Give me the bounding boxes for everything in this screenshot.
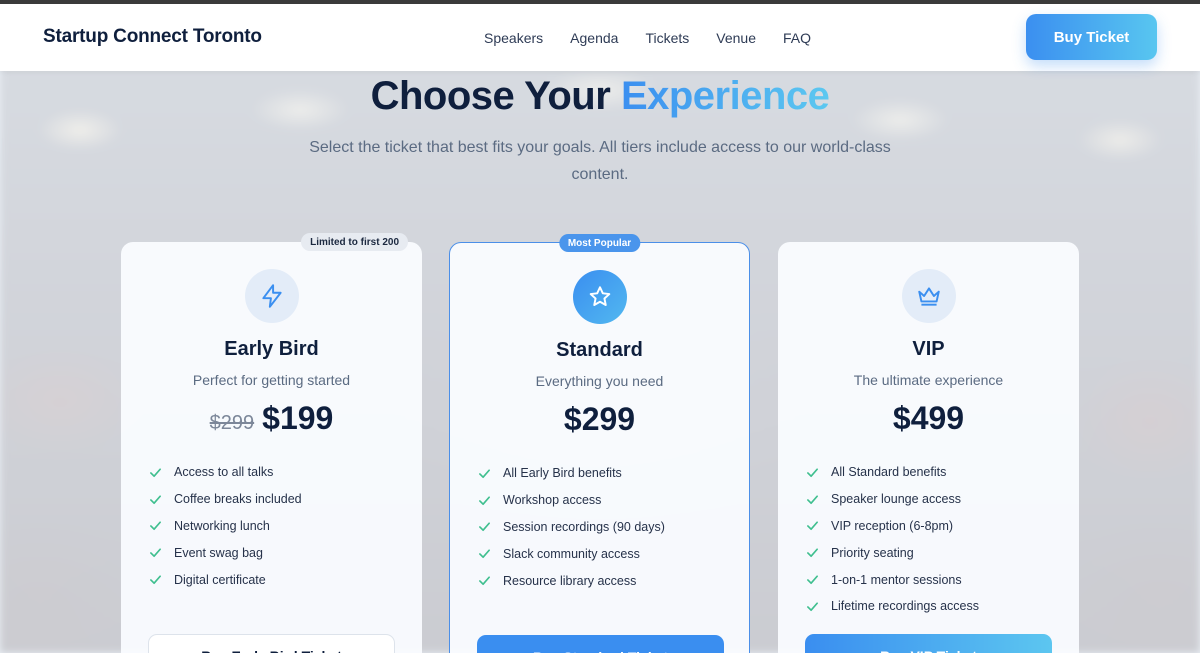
- feature-item: Lifetime recordings access: [806, 593, 979, 620]
- feature-label: Networking lunch: [174, 518, 270, 533]
- feature-label: Digital certificate: [174, 572, 266, 587]
- nav-faq[interactable]: FAQ: [783, 30, 811, 46]
- page-subtitle: Select the ticket that best fits your go…: [309, 139, 891, 183]
- buy-vip-button[interactable]: Buy VIP Ticket: [805, 634, 1052, 653]
- check-icon: [479, 496, 490, 505]
- feature-list: Access to all talks Coffee breaks includ…: [149, 459, 302, 593]
- tier-name: Early Bird: [224, 338, 319, 360]
- check-icon: [150, 521, 161, 531]
- price-row: $299 $199: [121, 400, 422, 437]
- crown-icon: [917, 287, 940, 306]
- tier-card-early-bird: Limited to first 200 Early Bird Perfect …: [121, 233, 422, 653]
- buy-standard-button[interactable]: Buy Standard Ticket: [477, 635, 724, 653]
- tier-description: The ultimate experience: [853, 372, 1004, 388]
- price: $499: [892, 400, 965, 436]
- tier-card-vip: VIP The ultimate experience $499 All Sta…: [778, 242, 1079, 653]
- feature-item: Access to all talks: [149, 459, 302, 486]
- feature-label: Slack community access: [503, 546, 640, 561]
- check-icon: [479, 576, 490, 586]
- feature-label: All Standard benefits: [831, 465, 947, 480]
- price-row: $499: [778, 400, 1079, 437]
- tier-icon-container: [901, 269, 956, 323]
- old-price: $299: [209, 412, 255, 434]
- check-icon: [807, 602, 818, 611]
- feature-item: All Standard benefits: [806, 459, 979, 486]
- tier-description: Perfect for getting started: [192, 372, 351, 388]
- buy-ticket-button[interactable]: Buy Ticket: [1026, 14, 1157, 60]
- feature-label: Event swag bag: [174, 545, 263, 560]
- check-icon: [807, 548, 818, 558]
- price: $199: [262, 400, 334, 436]
- feature-item: Digital certificate: [149, 566, 302, 593]
- check-icon: [150, 575, 161, 585]
- feature-label: VIP reception (6-8pm): [831, 518, 954, 533]
- check-icon: [150, 468, 161, 477]
- browser-top-edge: [0, 0, 1200, 4]
- feature-label: Lifetime recordings access: [831, 599, 979, 614]
- check-icon: [807, 468, 818, 477]
- lightning-icon: [261, 284, 282, 308]
- limited-badge: Limited to first 200: [301, 233, 408, 251]
- feature-label: Workshop access: [503, 493, 602, 508]
- feature-label: Resource library access: [503, 573, 637, 588]
- feature-label: Session recordings (90 days): [503, 519, 665, 534]
- tier-name: Standard: [556, 339, 643, 361]
- site-header: Startup Connect Toronto Speakers Agenda …: [0, 4, 1200, 71]
- price: $299: [563, 401, 636, 437]
- feature-label: Speaker lounge access: [831, 492, 961, 507]
- nav-venue[interactable]: Venue: [716, 30, 756, 46]
- check-icon: [479, 469, 490, 478]
- page-title: Choose Your Experience: [0, 74, 1200, 119]
- check-icon: [150, 495, 161, 504]
- buy-early-bird-button[interactable]: Buy Early Bird Ticket: [148, 634, 395, 653]
- check-icon: [479, 522, 490, 532]
- feature-item: 1-on-1 mentor sessions: [806, 566, 979, 593]
- feature-item: Event swag bag: [149, 539, 302, 566]
- main-nav: Speakers Agenda Tickets Venue FAQ: [484, 30, 811, 46]
- feature-item: Networking lunch: [149, 513, 302, 540]
- title-main: Choose Your: [370, 74, 611, 118]
- price-row: $299: [450, 401, 749, 438]
- feature-label: Access to all talks: [174, 465, 274, 480]
- brand-logo[interactable]: Startup Connect Toronto: [43, 26, 262, 48]
- tier-name: VIP: [912, 338, 945, 360]
- feature-item: Resource library access: [478, 567, 665, 594]
- tier-card-standard: Most Popular Standard Everything you nee…: [449, 234, 750, 653]
- nav-speakers[interactable]: Speakers: [484, 30, 543, 46]
- check-icon: [807, 521, 818, 531]
- feature-item: Speaker lounge access: [806, 486, 979, 513]
- title-accent: Experience: [620, 74, 830, 118]
- feature-item: Priority seating: [806, 539, 979, 566]
- tier-icon-container: [572, 270, 627, 324]
- feature-label: All Early Bird benefits: [503, 466, 622, 481]
- tier-icon-container: [244, 269, 299, 323]
- most-popular-badge: Most Popular: [558, 234, 641, 252]
- feature-label: Coffee breaks included: [174, 492, 302, 507]
- tier-description: Everything you need: [535, 373, 664, 389]
- feature-item: VIP reception (6-8pm): [806, 513, 979, 540]
- nav-agenda[interactable]: Agenda: [570, 30, 618, 46]
- star-icon: [589, 286, 610, 306]
- check-icon: [479, 549, 490, 559]
- feature-item: Slack community access: [478, 540, 665, 567]
- feature-item: Workshop access: [478, 487, 665, 514]
- feature-item: Coffee breaks included: [149, 486, 302, 513]
- check-icon: [807, 575, 818, 585]
- nav-tickets[interactable]: Tickets: [645, 30, 689, 46]
- feature-item: All Early Bird benefits: [478, 460, 665, 487]
- feature-list: All Standard benefits Speaker lounge acc…: [806, 459, 979, 620]
- feature-list: All Early Bird benefits Workshop access …: [478, 460, 665, 594]
- feature-label: 1-on-1 mentor sessions: [831, 572, 962, 587]
- check-icon: [150, 548, 161, 558]
- feature-label: Priority seating: [831, 545, 914, 560]
- check-icon: [807, 495, 818, 504]
- feature-item: Session recordings (90 days): [478, 514, 665, 541]
